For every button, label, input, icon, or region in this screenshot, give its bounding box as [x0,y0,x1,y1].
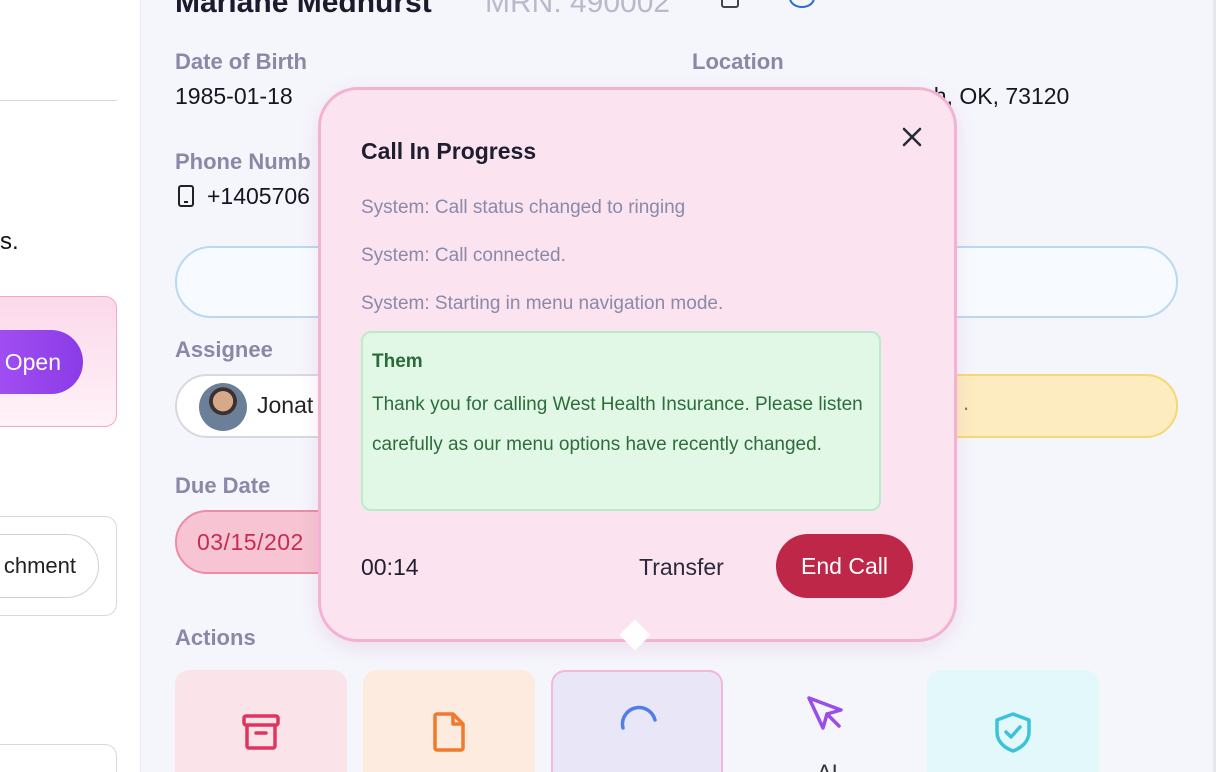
system-message: System: Starting in menu navigation mode… [361,293,724,314]
phone-value[interactable]: +1405706 [207,183,310,210]
left-sidebar: s. Open chment [0,0,141,772]
patient-name: Mariane Medhurst [175,0,432,19]
attachment-button[interactable]: chment [0,534,99,598]
system-message: System: Call connected. [361,245,566,266]
phone-icon [178,185,194,207]
shield-action-card[interactable] [927,670,1099,772]
phone-label: Phone Numb [175,149,311,174]
call-in-progress-popover: Call In Progress System: Call status cha… [318,87,957,642]
archive-icon [242,714,280,750]
loading-action-card[interactable] [551,670,723,772]
archive-action-card[interactable] [175,670,347,772]
message-text: Thank you for calling West Health Insura… [372,394,863,455]
assignee-name: Jonat [257,392,314,418]
call-timer: 00:14 [361,554,419,580]
status-pill[interactable]: . [921,374,1178,438]
open-button[interactable]: Open [0,330,83,394]
popover-title: Call In Progress [361,138,537,164]
actions-label: Actions [175,625,256,650]
refresh-icon[interactable] [789,0,815,8]
dob-value: 1985-01-18 [175,83,293,109]
spinner-icon [620,705,657,730]
patient-mrn: MRN: 490002 [485,0,671,19]
system-message: System: Call status changed to ringing [361,197,686,218]
location-label: Location [692,49,784,74]
avatar [199,383,247,431]
close-icon[interactable] [895,120,929,154]
status-text: . [963,390,970,415]
ai-action-label: AI [817,760,838,772]
copy-icon[interactable] [721,0,739,8]
assignee-label: Assignee [175,337,273,362]
ai-action-card[interactable] [739,670,911,772]
file-icon [433,712,465,752]
sidebar-card-bottom [0,744,117,772]
message-speaker: Them [372,351,423,372]
transcript-message: Them Thank you for calling West Health I… [361,331,881,511]
document-action-card[interactable] [363,670,535,772]
sidebar-partial-text: s. [0,228,19,255]
dob-label: Date of Birth [175,49,307,74]
cursor-arrow-icon [807,696,843,730]
sidebar-divider [0,100,117,101]
shield-check-icon [995,712,1031,753]
transfer-button[interactable]: Transfer [639,554,724,581]
end-call-button[interactable]: End Call [776,534,913,598]
due-date-label: Due Date [175,473,271,498]
due-date-value: 03/15/202 [197,529,304,555]
